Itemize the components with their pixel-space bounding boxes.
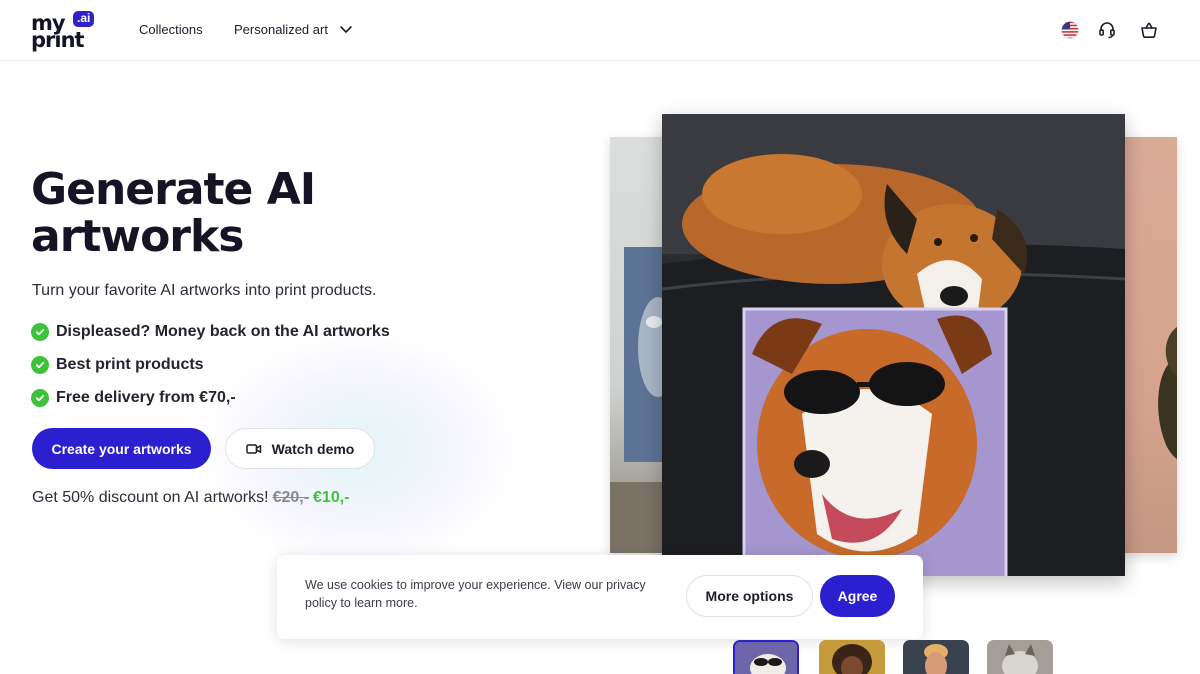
benefit-text: Best print products [56,356,204,373]
thumbnail-dog[interactable] [733,640,799,674]
new-price: €10,- [313,489,350,506]
more-options-button[interactable]: More options [686,575,813,617]
hero-title: Generate AI artworks [31,164,316,262]
discount-line: Get 50% discount on AI artworks! €20,- €10… [32,489,350,507]
chevron-down-icon[interactable] [339,22,353,36]
agree-button[interactable]: Agree [820,575,895,617]
headset-icon[interactable] [1097,20,1117,40]
old-price: €20,- [272,489,310,506]
discount-text: Get 50% discount on AI artworks! [32,489,269,506]
us-flag-icon[interactable] [1060,20,1080,40]
checkmark-icon [31,389,49,407]
cookie-text: We use cookies to improve your experienc… [305,578,646,610]
logo-word-print: print [31,28,85,52]
thumbnail-cat[interactable] [987,640,1053,674]
create-artworks-button[interactable]: Create your artworks [32,428,211,469]
myprint-logo[interactable]: my print .ai [31,11,99,51]
benefit-item: Best print products [31,355,204,375]
site-header: my print .ai Collections Personalized ar… [0,0,1200,61]
thumbnail-portrait-man[interactable] [903,640,969,674]
checkmark-icon [31,356,49,374]
thumbnail-portrait-woman[interactable] [819,640,885,674]
hero-dog-photo [662,114,1125,576]
checkmark-icon [31,323,49,341]
benefit-item: Displeased? Money back on the AI artwork… [31,322,390,342]
logo-ai-badge: .ai [73,11,95,27]
basket-icon[interactable] [1139,20,1159,40]
benefit-text: Free delivery from €70,- [56,389,236,406]
watch-demo-label: Watch demo [271,440,355,457]
cookie-banner: We use cookies to improve your experienc… [277,555,923,639]
benefit-item: Free delivery from €70,- [31,388,236,408]
hero-subtitle: Turn your favorite AI artworks into prin… [32,282,377,299]
video-camera-icon [245,443,261,454]
benefit-text: Displeased? Money back on the AI artwork… [56,323,390,340]
watch-demo-button[interactable]: Watch demo [225,428,375,469]
nav-personalized-art[interactable]: Personalized art [234,22,328,37]
artwork-image-left [610,137,670,553]
nav-collections[interactable]: Collections [139,22,203,37]
